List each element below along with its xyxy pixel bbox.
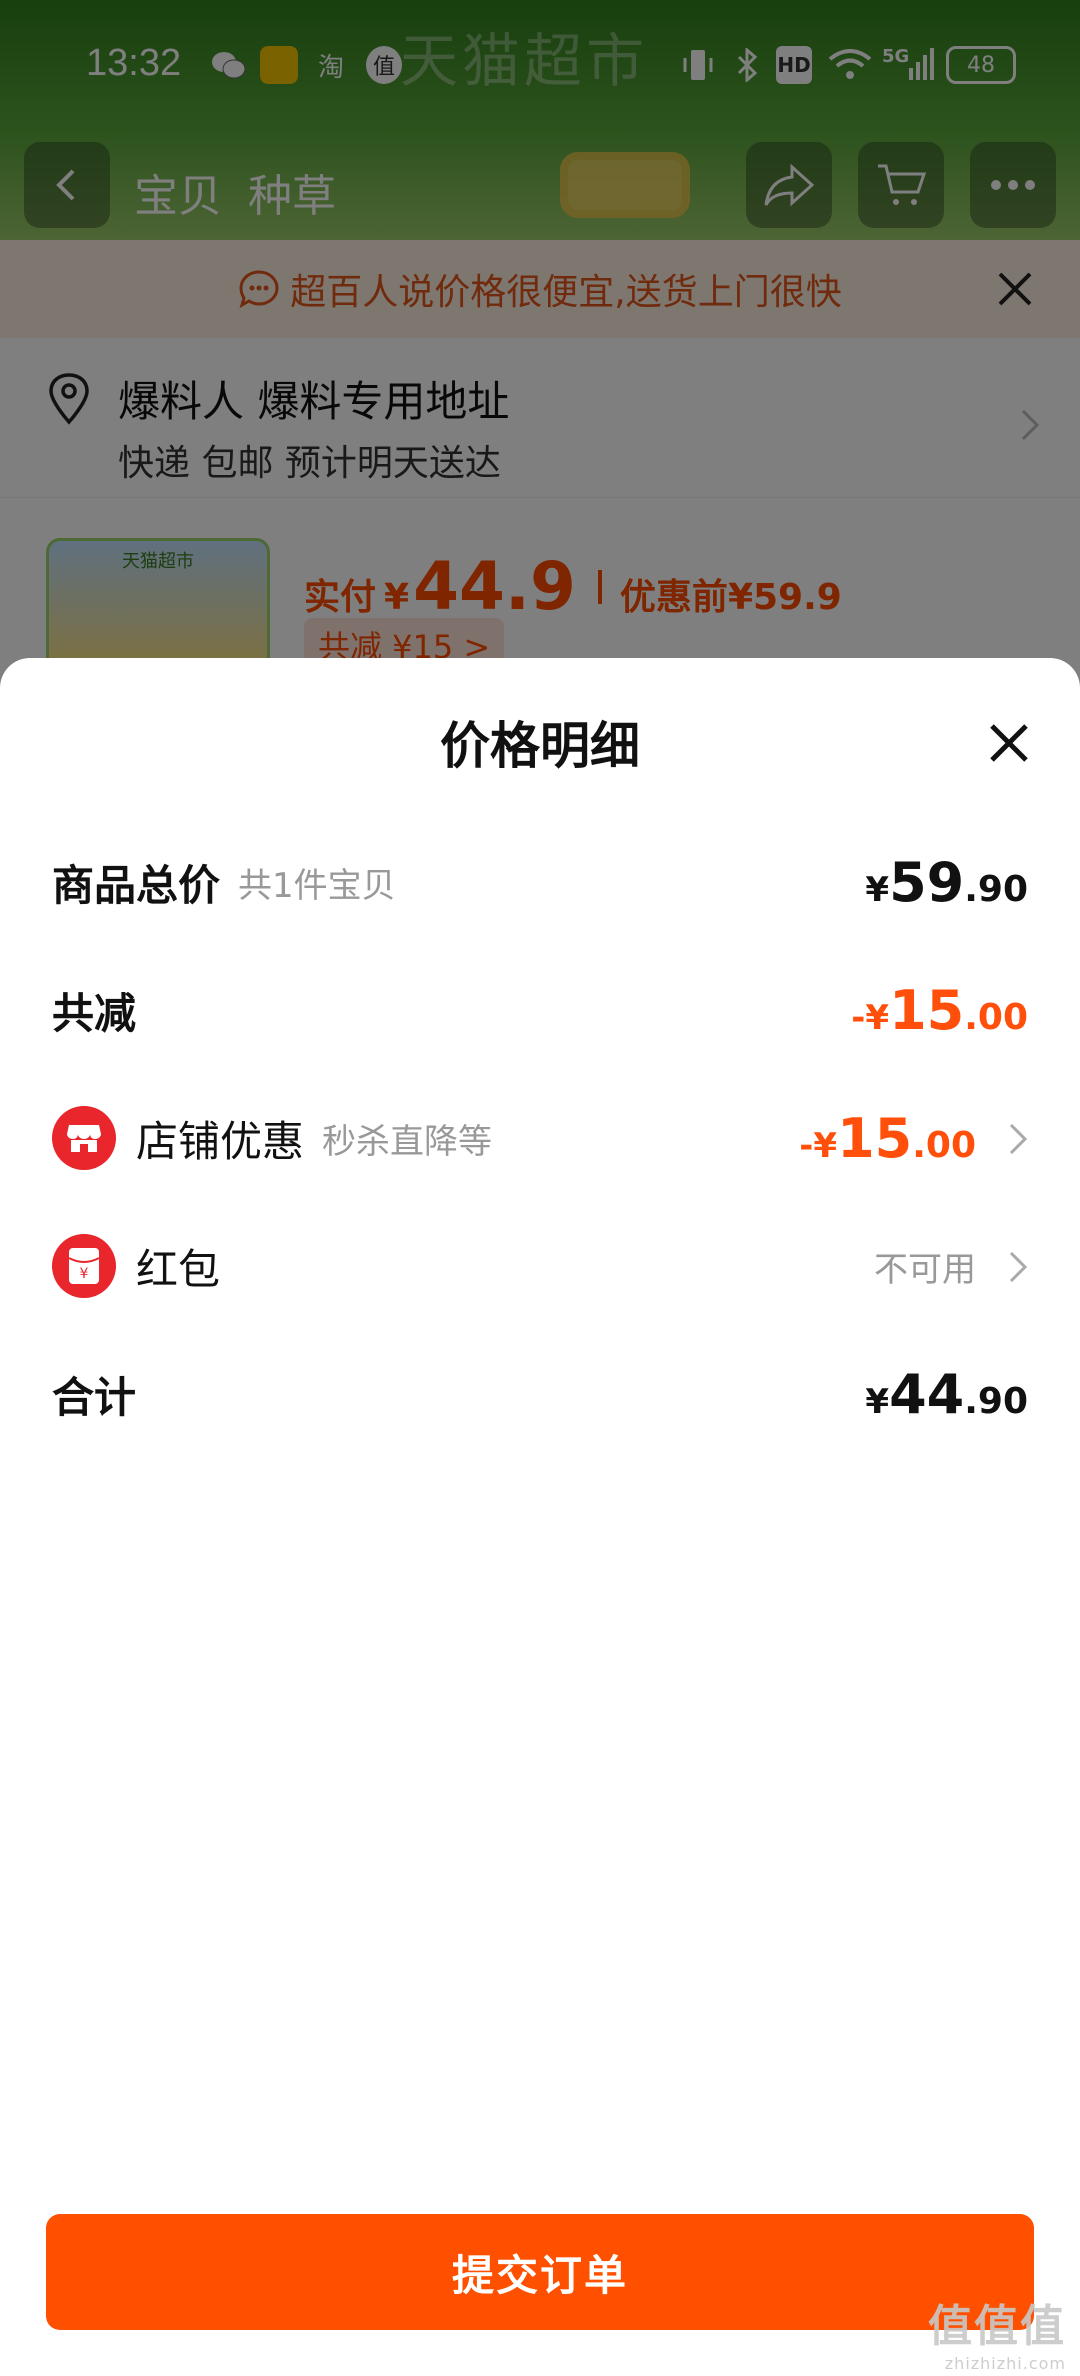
- chevron-right-icon: [1009, 1251, 1028, 1283]
- red-packet-status: 不可用: [874, 1249, 976, 1290]
- total-discount-row: 共减 - ¥15.00: [52, 970, 1028, 1050]
- goods-total-row: 商品总价 共1件宝贝 ¥59.90: [52, 842, 1028, 922]
- grand-total-label: 合计: [52, 1372, 137, 1422]
- red-packet-row[interactable]: ¥ 红包 不可用: [52, 1226, 1028, 1306]
- close-icon[interactable]: [986, 720, 1032, 766]
- store-discount-amount: - ¥15.00: [799, 1106, 976, 1170]
- red-packet-icon: ¥: [52, 1234, 116, 1298]
- store-discount-sub: 秒杀直降等: [322, 1121, 493, 1162]
- store-discount-label: 店铺优惠: [136, 1116, 305, 1166]
- total-discount-amount: - ¥15.00: [851, 978, 1028, 1042]
- submit-order-button[interactable]: 提交订单: [46, 2214, 1034, 2330]
- total-discount-label: 共减: [52, 988, 137, 1038]
- watermark-url: zhizhizhi.com: [944, 2354, 1066, 2373]
- goods-total-label: 商品总价: [52, 860, 221, 910]
- grand-total-amount: ¥44.90: [865, 1362, 1028, 1426]
- red-packet-label: 红包: [136, 1244, 221, 1294]
- goods-total-amount: ¥59.90: [865, 850, 1028, 914]
- sheet-title: 价格明细: [440, 717, 640, 775]
- store-icon: [52, 1106, 116, 1170]
- watermark-logo: 值值值: [928, 2301, 1066, 2352]
- watermark: 值值值 zhizhizhi.com: [928, 2290, 1066, 2373]
- price-detail-sheet: 价格明细 商品总价 共1件宝贝 ¥59.90 共减 - ¥15.00 店铺优惠 秒…: [0, 658, 1080, 2376]
- grand-total-row: 合计 ¥44.90: [52, 1354, 1028, 1434]
- chevron-right-icon: [1009, 1123, 1028, 1155]
- store-discount-row[interactable]: 店铺优惠 秒杀直降等 - ¥15.00: [52, 1098, 1028, 1178]
- goods-count: 共1件宝贝: [238, 865, 396, 906]
- svg-text:¥: ¥: [80, 1266, 89, 1282]
